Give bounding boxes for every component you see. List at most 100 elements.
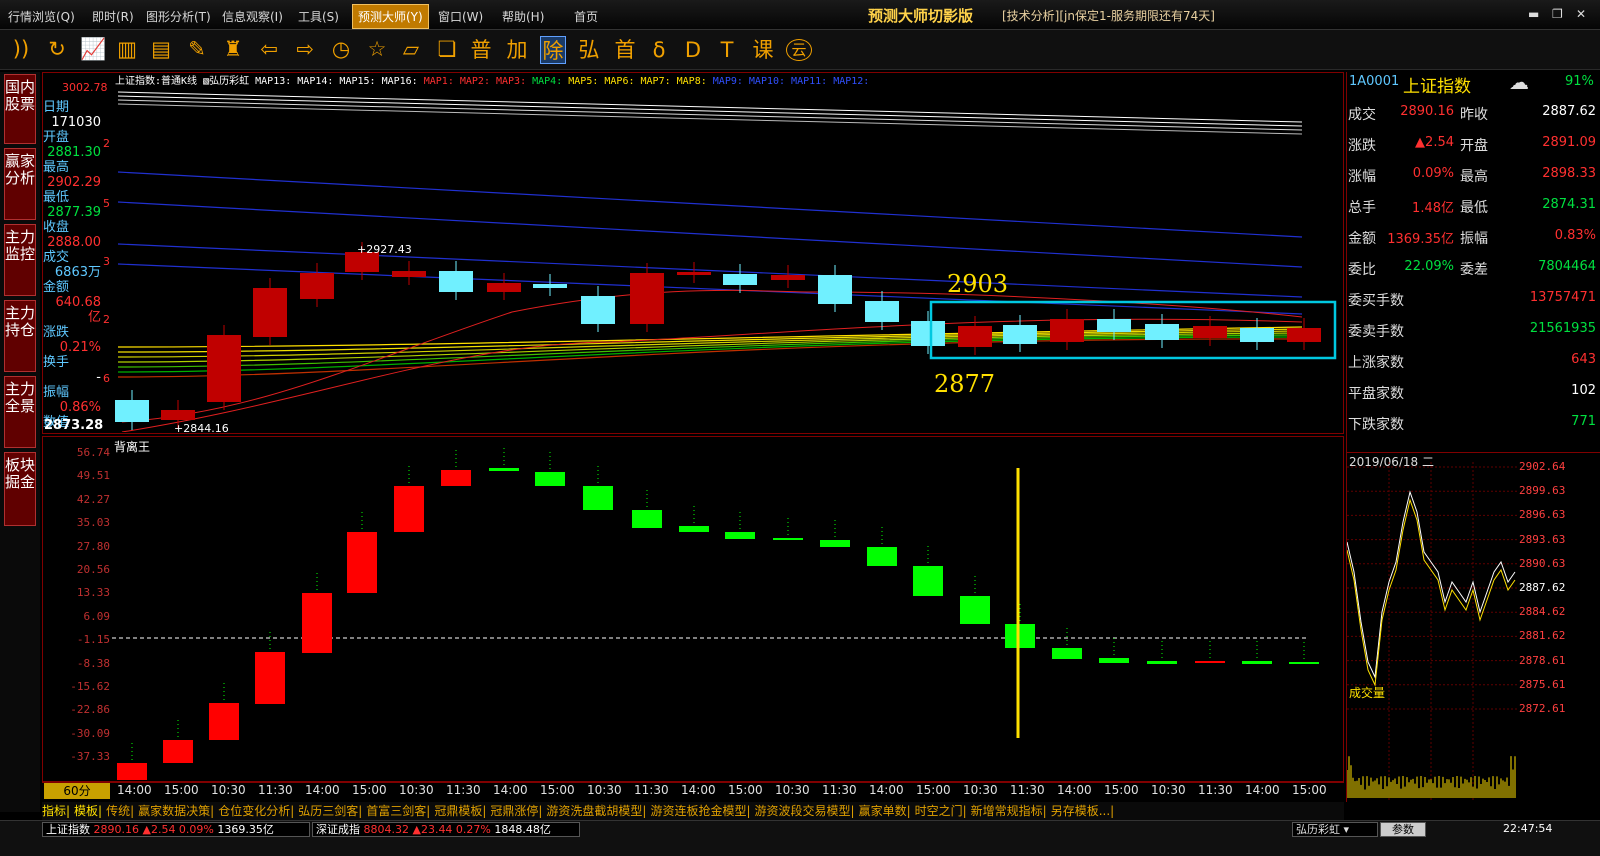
arrow-left-icon[interactable]: ⇦ (256, 36, 282, 62)
indicator-bar (255, 652, 285, 704)
menu-chart-analysis[interactable]: 图形分析(T) (146, 8, 211, 25)
time-label: 15:00 (1104, 783, 1139, 797)
indicator-tab[interactable]: 赢家数据决策| (138, 804, 214, 818)
tool-d-button[interactable]: D (680, 36, 706, 64)
time-label: 10:30 (211, 783, 246, 797)
period-button[interactable]: 60分 (44, 783, 110, 799)
tool-t-button[interactable]: T (714, 36, 740, 64)
close-icon[interactable]: ✕ (1576, 7, 1586, 21)
indicator-tab[interactable]: 游资波段交易模型| (755, 804, 855, 818)
candle (771, 275, 805, 280)
indicator-tab[interactable]: 游资洗盘截胡模型| (546, 804, 646, 818)
rainbow-select[interactable]: 弘历彩虹 ▾ (1292, 822, 1378, 837)
menu-help[interactable]: 帮助(H) (502, 8, 544, 25)
info-label: 收盘 (43, 220, 70, 235)
mini-y-label: 2899.63 (1519, 484, 1566, 498)
notepad-icon[interactable]: ▤ (148, 36, 174, 62)
info-label: 金额 (43, 280, 70, 295)
nav-tab-sector-mining[interactable]: 板块掘金 (4, 452, 36, 526)
time-label: 11:30 (822, 783, 857, 797)
mini-svg (1347, 462, 1517, 802)
nav-tab-winner-analysis[interactable]: 赢家分析 (4, 148, 36, 220)
menu-market-browse[interactable]: 行情浏览(Q) (8, 8, 75, 25)
nav-tab-main-panorama[interactable]: 主力全景 (4, 376, 36, 448)
indicator-tab[interactable]: 冠鼎涨停| (490, 804, 542, 818)
candle (207, 335, 241, 402)
pencil-icon[interactable]: ✎ (184, 36, 210, 62)
nav-tab-main-monitor[interactable]: 主力监控 (4, 224, 36, 296)
menu-realtime[interactable]: 即时(R) (92, 8, 134, 25)
refresh-icon[interactable]: ↻ (44, 36, 70, 62)
candle (1240, 328, 1274, 342)
info-label: 开盘 (43, 130, 70, 145)
status-sz-index[interactable]: 深证成指 8804.32 ▲23.44 0.27% 1848.48亿 (312, 822, 580, 837)
info-label: 日期 (43, 100, 70, 115)
tool-chu-button[interactable]: 除 (540, 36, 566, 64)
mini-y-label: 2875.61 (1519, 677, 1566, 691)
indicator-tab[interactable]: 传统| (106, 804, 134, 818)
nav-tab-main-holdings[interactable]: 主力持仓 (4, 300, 36, 372)
tool-pu-button[interactable]: 普 (468, 36, 494, 64)
tool-jia-button[interactable]: 加 (504, 36, 530, 64)
indicator-y-label: -22.86 (70, 703, 110, 717)
indicator-tab[interactable]: 新增常规指标| (971, 804, 1047, 818)
copy-icon[interactable]: ❏ (434, 36, 460, 62)
info-value: 2888.00 (47, 235, 101, 250)
toolbar: )) ↻ 📈 ▥ ▤ ✎ ♜ ⇦ ⇨ ◷ ☆ ▱ ❏ 普 加 除 弘 首 δ D… (0, 30, 1600, 70)
clock-icon[interactable]: ◷ (328, 36, 354, 62)
tool-yun-button[interactable]: 云 (786, 39, 812, 61)
menu-forecast-master[interactable]: 预测大师(Y) (352, 4, 429, 29)
menu-window[interactable]: 窗口(W) (438, 8, 483, 25)
menu-home[interactable]: 首页 (574, 8, 598, 25)
star-doc-icon[interactable]: ☆ (364, 36, 390, 62)
param-button[interactable]: 参数 (1380, 822, 1426, 837)
indicator-tab[interactable]: 弘历三剑客| (298, 804, 362, 818)
indicator-tab[interactable]: 另存模板...| (1051, 804, 1115, 818)
tool-hong-button[interactable]: 弘 (576, 36, 602, 64)
indicator-bar (441, 470, 471, 486)
indicator-bar (583, 486, 613, 510)
indicator-bar (1242, 661, 1272, 664)
time-label: 14:00 (305, 783, 340, 797)
restore-icon[interactable]: ❐ (1552, 7, 1563, 21)
kline-svg: +2927.43 +2844.16 2903 2877 (115, 91, 1337, 432)
indicator-tab[interactable]: 首富三剑客| (366, 804, 430, 818)
info-value: 640.68亿 (55, 295, 102, 325)
candle (533, 284, 567, 288)
folder-icon[interactable]: ▱ (398, 36, 424, 62)
indicator-bar (679, 526, 709, 532)
time-label: 11:30 (634, 783, 669, 797)
indicator-tab[interactable]: 赢家单数| (859, 804, 911, 818)
menu-info-observe[interactable]: 信息观察(I) (222, 8, 283, 25)
indicator-tab[interactable]: 仓位变化分析| (218, 804, 294, 818)
quote-code: 1A0001 (1349, 74, 1400, 89)
status-sh-index[interactable]: 上证指数 2890.16 ▲2.54 0.09% 1369.35亿 (42, 822, 310, 837)
indicator-bar (1099, 658, 1129, 663)
line-chart-icon[interactable]: 📈 (80, 36, 106, 62)
indicator-tab[interactable]: 冠鼎模板| (434, 804, 486, 818)
indicator-tab[interactable]: 指标| (42, 804, 70, 818)
candle (911, 321, 945, 346)
info-label: 最高 (43, 160, 70, 175)
indicator-y-label: 20.56 (76, 563, 110, 576)
tool-shou-button[interactable]: 首 (612, 36, 638, 64)
time-label: 15:00 (164, 783, 199, 797)
box-top-label: 2903 (947, 270, 1008, 298)
kline-bottom-price: 2873.28 (44, 418, 104, 433)
rss-icon[interactable]: )) (8, 36, 34, 62)
indicator-tab[interactable]: 游资连板抢金模型| (650, 804, 750, 818)
indicator-tab[interactable]: 时空之门| (915, 804, 967, 818)
time-label: 11:30 (1010, 783, 1045, 797)
tool-delta-button[interactable]: δ (646, 36, 672, 64)
bar-chart-icon[interactable]: ▥ (114, 36, 140, 62)
time-label: 14:00 (1057, 783, 1092, 797)
menu-tools[interactable]: 工具(S) (298, 8, 339, 25)
time-label: 10:30 (587, 783, 622, 797)
indicator-tab[interactable]: 模板| (74, 804, 102, 818)
tool-ke-button[interactable]: 课 (750, 36, 776, 64)
candle (1287, 328, 1321, 342)
tower-icon[interactable]: ♜ (220, 36, 246, 62)
minimize-icon[interactable]: ▬ (1528, 7, 1539, 21)
arrow-right-icon[interactable]: ⇨ (292, 36, 318, 62)
nav-tab-domestic-stocks[interactable]: 国内股票 (4, 74, 36, 144)
